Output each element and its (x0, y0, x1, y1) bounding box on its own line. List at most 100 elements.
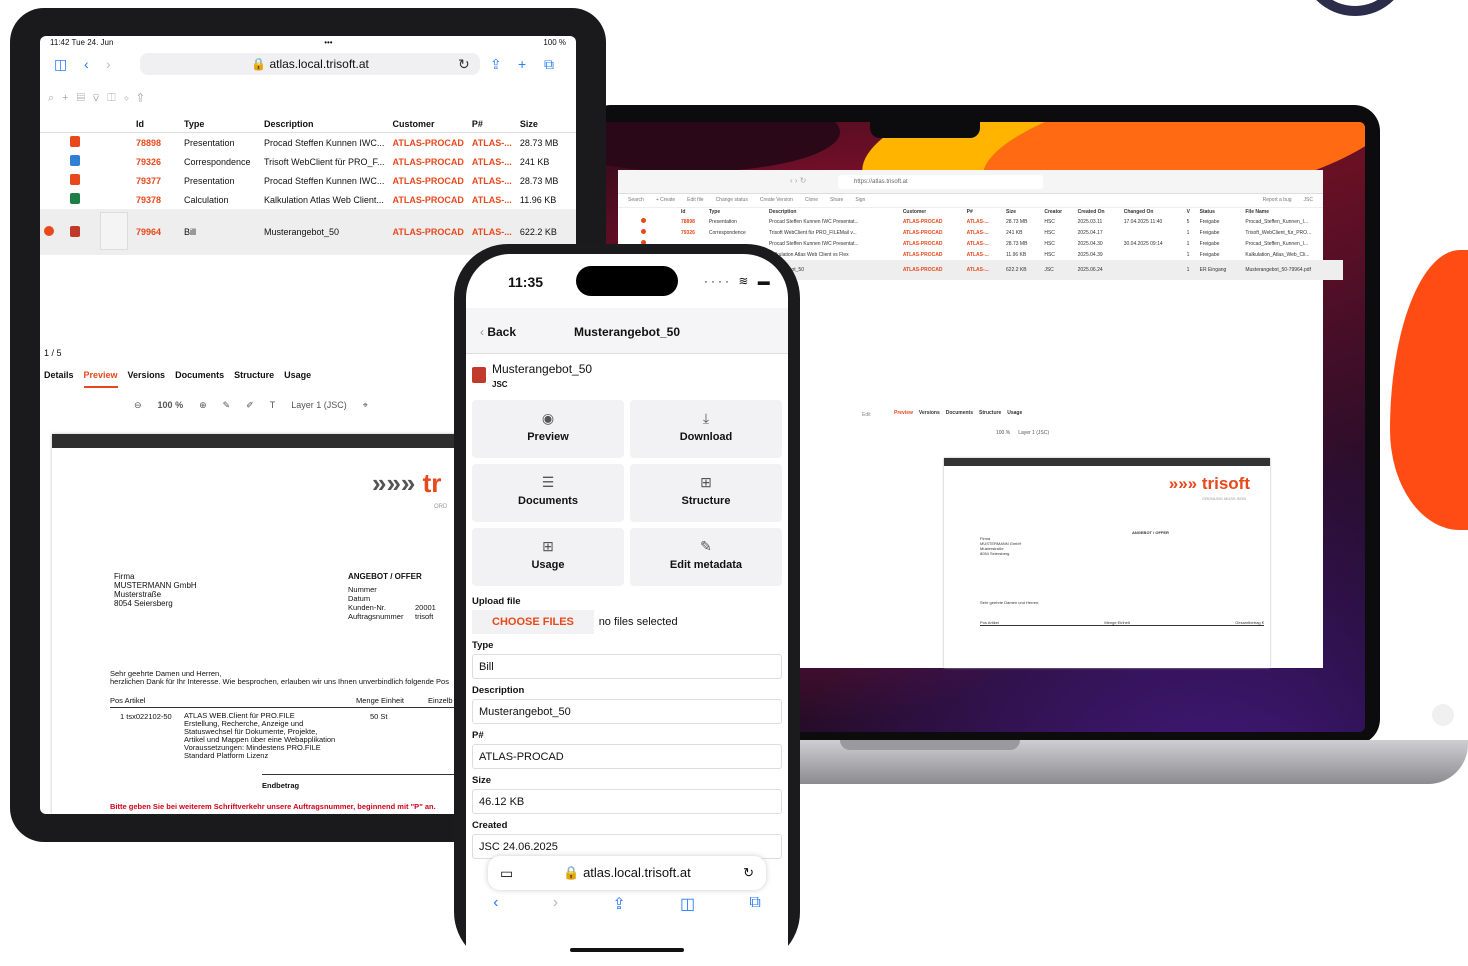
column-header[interactable]: File Name (1242, 208, 1343, 216)
tab-details[interactable]: Details (44, 370, 74, 388)
tabs-icon[interactable]: ⧉ (749, 894, 760, 914)
report-bug-button[interactable]: Report a bug (1263, 197, 1292, 204)
column-header[interactable]: Type (706, 208, 766, 216)
trisoft-logo: »»» trisoft (1168, 474, 1250, 493)
preview-button[interactable]: ◉ Preview (472, 400, 624, 458)
forward-arrow-icon[interactable]: › (553, 894, 558, 914)
copy-icon[interactable]: ◫ (107, 92, 123, 104)
tab-usage[interactable]: Usage (1007, 410, 1022, 416)
back-arrow-icon[interactable]: ‹ (84, 56, 89, 72)
back-button[interactable]: ‹ Back (480, 325, 516, 339)
item-number: 1 tsx022102-50 (120, 712, 172, 721)
zoom-level[interactable]: 100 % (158, 400, 184, 411)
pdf-file-icon (472, 367, 486, 383)
clipboard-icon[interactable]: ▤ (77, 92, 93, 104)
table-row[interactable]: 79377 Presentation Procad Steffen Kunnen I… (40, 171, 576, 190)
items-header: Pos Artikel Menge Einheit Gesamtbetrag € (980, 620, 1264, 626)
download-button[interactable]: ⤓ Download (630, 400, 782, 458)
add-icon[interactable]: + (62, 92, 76, 104)
column-header[interactable]: Description (766, 208, 900, 216)
description-field[interactable]: Musterangebot_50 (472, 699, 782, 724)
tab-versions[interactable]: Versions (128, 370, 166, 388)
layer-select[interactable]: Layer 1 (JSC) (1018, 430, 1049, 436)
sign-button[interactable]: Sign (855, 197, 865, 204)
share-button[interactable]: Share (830, 197, 843, 204)
table-row[interactable]: 78898 Presentation Procad Steffen Kunnen I… (40, 133, 576, 153)
change-status-button[interactable]: Change status (716, 197, 748, 204)
table-row[interactable]: 79326 Correspondence Trisoft WebClient für… (40, 152, 576, 171)
documents-button[interactable]: ☰ Documents (472, 464, 624, 522)
export-icon[interactable]: ⇪ (137, 92, 151, 104)
offer-title: ANGEBOT / OFFER (1132, 530, 1169, 535)
sidebar-icon[interactable]: ◫ (54, 56, 67, 73)
user-button[interactable]: JSC (1304, 197, 1313, 204)
upload-label: Upload file (472, 596, 521, 607)
clone-button[interactable]: Clone (805, 197, 818, 204)
tab-overview-icon[interactable]: ▭ (500, 856, 513, 890)
edit-metadata-button[interactable]: ✎ Edit metadata (630, 528, 782, 586)
tabs-icon[interactable]: ⧉ (544, 56, 554, 73)
stamp-icon[interactable]: ⌖ (363, 400, 368, 411)
tab-preview[interactable]: Preview (83, 370, 118, 388)
zoom-in-icon[interactable]: ⊕ (199, 400, 207, 411)
search-icon[interactable]: ⌕ (48, 92, 62, 104)
tab-structure[interactable]: Structure (979, 410, 1001, 416)
layer-select[interactable]: Layer 1 (JSC) (291, 400, 347, 411)
table-row[interactable]: 79378 Calculation Kalkulation Atlas Web Cl… (40, 190, 576, 209)
phone-nav-bar: Musterangebot_50 ‹ Back (466, 308, 788, 354)
table-row[interactable]: 78898 Presentation Procad Steffen Kunnen I… (638, 216, 1343, 227)
zoom-level[interactable]: 100 % (996, 430, 1010, 436)
tablet-tabs: Details Preview Versions Documents Struc… (44, 370, 311, 388)
tab-documents[interactable]: Documents (175, 370, 224, 388)
usage-button[interactable]: ⊞ Usage (472, 528, 624, 586)
tab-versions[interactable]: Versions (919, 410, 940, 416)
table-row[interactable]: 79326 Correspondence Trisoft WebClient für… (638, 227, 1343, 238)
type-label: Type (472, 640, 494, 651)
nav-arrows-icon[interactable]: ‹ › ↻ (790, 176, 806, 185)
search-button[interactable]: Search (628, 197, 644, 204)
tablet-url-field[interactable]: 🔒 atlas.local.trisoft.at (140, 53, 480, 75)
tab-usage[interactable]: Usage (284, 370, 311, 388)
reload-icon[interactable]: ↻ (743, 856, 754, 890)
type-field[interactable]: Bill (472, 654, 782, 679)
choose-files-button[interactable]: CHOOSE FILES (472, 610, 594, 634)
project-field[interactable]: ATLAS-PROCAD (472, 744, 782, 769)
bookmarks-icon[interactable]: ◫ (680, 894, 695, 914)
edit-button[interactable]: Edit (862, 412, 871, 418)
reload-icon[interactable]: ↻ (458, 56, 470, 73)
laptop-url-field[interactable]: https://atlas.trisoft.at (838, 175, 1043, 189)
filter-icon[interactable]: ⊽ (93, 92, 107, 104)
column-header[interactable]: V (1184, 208, 1197, 216)
decorative-dot (1432, 704, 1454, 726)
tab-structure[interactable]: Structure (234, 370, 274, 388)
share-icon[interactable]: ⇪ (490, 56, 502, 73)
column-header[interactable]: P# (964, 208, 1003, 216)
column-header[interactable]: Size (1003, 208, 1041, 216)
phone-url-bar[interactable]: ▭ 🔒 atlas.local.trisoft.at ↻ (488, 856, 766, 890)
column-header[interactable]: Id (678, 208, 706, 216)
plus-icon[interactable]: + (518, 56, 526, 72)
column-header[interactable]: Changed On (1121, 208, 1184, 216)
size-field[interactable]: 46.12 KB (472, 789, 782, 814)
tab-documents[interactable]: Documents (946, 410, 973, 416)
tab-preview[interactable]: Preview (894, 410, 913, 416)
create-button[interactable]: + Create (656, 197, 675, 204)
create-version-button[interactable]: Create Version (760, 197, 793, 204)
forward-arrow-icon[interactable]: › (106, 56, 111, 72)
column-header[interactable]: Creator (1041, 208, 1074, 216)
pencil-icon[interactable]: ✐ (246, 400, 254, 411)
pen-icon[interactable]: ✎ (223, 400, 231, 411)
share-nodes-icon[interactable]: ⋄ (124, 92, 138, 104)
column-header[interactable]: Created On (1075, 208, 1121, 216)
share-icon[interactable]: ⇪ (612, 894, 625, 914)
column-header[interactable]: Customer (900, 208, 964, 216)
text-icon[interactable]: T (270, 400, 276, 411)
decorative-blob (1390, 250, 1468, 530)
edit-file-button[interactable]: Edit file (687, 197, 703, 204)
tablet-toolbar: ⌕+▤⊽◫⋄⇪ (48, 92, 151, 105)
column-header[interactable]: Status (1197, 208, 1243, 216)
back-arrow-icon[interactable]: ‹ (493, 894, 498, 914)
description-label: Description (472, 685, 525, 696)
structure-button[interactable]: ⊞ Structure (630, 464, 782, 522)
zoom-out-icon[interactable]: ⊖ (134, 400, 142, 411)
